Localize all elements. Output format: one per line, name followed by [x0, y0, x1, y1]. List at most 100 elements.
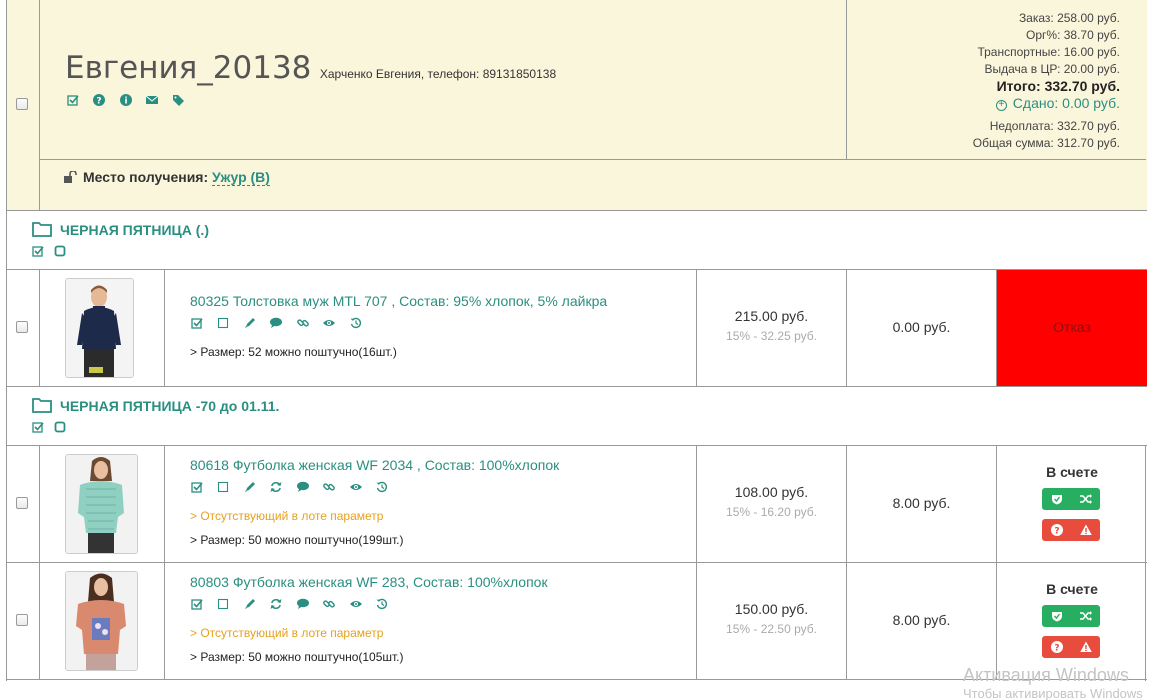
group-title[interactable]: ЧЕРНАЯ ПЯТНИЦА -70 до 01.11. [60, 398, 279, 414]
history-icon[interactable] [350, 317, 362, 329]
square-icon[interactable] [54, 421, 66, 433]
svg-text:?: ? [97, 96, 102, 106]
pickup-label: Место получения: [83, 169, 209, 185]
item-thumb-cell [39, 563, 164, 679]
product-image[interactable] [65, 454, 138, 554]
check-square-icon[interactable] [32, 421, 44, 433]
eye-icon[interactable] [349, 481, 362, 493]
item-price-cell: 215.00 руб. 15% - 32.25 руб. [696, 270, 846, 386]
summary-org: Орг%: 38.70 руб. [1026, 28, 1120, 42]
history-icon[interactable] [376, 598, 388, 610]
group-header-row: ЧЕРНАЯ ПЯТНИЦА -70 до 01.11. [7, 387, 1147, 446]
windows-activation-watermark: Активация Windows Чтобы активировать Win… [963, 664, 1157, 700]
item-price-cell: 150.00 руб. 15% - 22.50 руб. [696, 563, 846, 679]
item-extra: 0.00 руб. [892, 319, 951, 335]
item-thumb-cell [39, 270, 164, 386]
pencil-icon[interactable] [244, 598, 256, 610]
item-title-link[interactable]: 80803 Футболка женская WF 283, Состав: 1… [190, 574, 548, 590]
eye-icon[interactable] [323, 317, 336, 329]
item-price: 150.00 руб. [734, 601, 809, 617]
customer-name[interactable]: Евгения_20138 [65, 50, 311, 86]
check-square-icon[interactable] [32, 245, 44, 257]
item-extra-cell: 8.00 руб. [846, 446, 996, 562]
customer-contact: Харченко Евгения, телефон: 89131850138 [319, 67, 557, 81]
item-row: 80325 Толстовка муж MTL 707 , Состав: 95… [7, 270, 1147, 387]
item-price: 108.00 руб. [734, 484, 809, 500]
item-select-checkbox[interactable] [16, 321, 28, 333]
item-actions [191, 595, 398, 613]
refresh-icon[interactable] [270, 598, 282, 610]
svg-text:i: i [124, 96, 127, 106]
question-circle-icon[interactable]: ? [1050, 641, 1063, 654]
plus-circle-icon[interactable]: + [995, 100, 1007, 111]
check-square-icon[interactable] [191, 317, 203, 329]
random-icon[interactable] [1079, 610, 1092, 622]
svg-text:?: ? [1054, 644, 1059, 654]
warning-icon[interactable] [1079, 524, 1092, 536]
history-icon[interactable] [376, 481, 388, 493]
item-size: > Размер: 50 можно поштучно(105шт.) [190, 650, 404, 664]
group-title[interactable]: ЧЕРНАЯ ПЯТНИЦА (.) [60, 222, 209, 238]
product-image[interactable] [65, 278, 134, 378]
question-circle-icon[interactable]: ? [93, 93, 106, 106]
item-actions [191, 478, 398, 496]
product-image[interactable] [65, 571, 138, 671]
pencil-icon[interactable] [244, 481, 256, 493]
check-square-icon[interactable] [191, 598, 203, 610]
item-size: > Размер: 52 можно поштучно(16шт.) [190, 345, 397, 359]
envelope-icon[interactable] [146, 94, 159, 106]
warning-icon[interactable] [1079, 641, 1092, 653]
watermark-subtitle: Чтобы активировать Windows [963, 686, 1143, 700]
item-select-checkbox[interactable] [16, 497, 28, 509]
eye-icon[interactable] [349, 598, 362, 610]
item-warning: > Отсутствующий в лоте параметр [190, 626, 384, 640]
link-icon[interactable] [296, 317, 309, 329]
order-summary-cell: Заказ: 258.00 руб. Орг%: 38.70 руб. Тран… [846, 0, 1146, 160]
tags-icon[interactable] [172, 94, 185, 106]
order-table: Евгения_20138 Харченко Евгения, телефон:… [6, 0, 1147, 681]
summary-sdano: Сдано: 0.00 руб. [1012, 95, 1120, 111]
item-title-link[interactable]: 80325 Толстовка муж MTL 707 , Состав: 95… [190, 293, 607, 309]
summary-transport: Транспортные: 16.00 руб. [977, 45, 1120, 59]
order-header-row: Евгения_20138 Харченко Евгения, телефон:… [7, 0, 1147, 211]
order-actions: ? i [67, 91, 195, 109]
item-discount: 15% - 32.25 руб. [726, 329, 817, 343]
random-icon[interactable] [1079, 493, 1092, 505]
info-circle-icon[interactable]: i [119, 93, 132, 106]
item-status-cell: В счете ? [996, 563, 1147, 679]
comment-icon[interactable] [296, 598, 309, 610]
summary-zakaz: Заказ: 258.00 руб. [1018, 11, 1120, 25]
shield-icon[interactable] [1051, 493, 1063, 505]
square-icon[interactable] [54, 245, 66, 257]
square-icon[interactable] [217, 317, 229, 329]
order-select-checkbox[interactable] [16, 98, 28, 110]
item-title-link[interactable]: 80618 Футболка женская WF 2034 , Состав:… [190, 457, 559, 473]
question-circle-icon[interactable]: ? [1050, 524, 1063, 536]
item-warning: > Отсутствующий в лоте параметр [190, 509, 384, 523]
item-price: 215.00 руб. [734, 308, 809, 324]
check-square-icon[interactable] [191, 481, 203, 493]
status-refusal: Отказ [1053, 319, 1091, 335]
refresh-icon[interactable] [270, 481, 282, 493]
item-status-cell: В счете ? [996, 446, 1147, 562]
shield-icon[interactable] [1051, 610, 1063, 622]
item-extra: 8.00 руб. [892, 495, 951, 511]
item-info-cell: 80618 Футболка женская WF 2034 , Состав:… [164, 446, 696, 562]
item-size: > Размер: 50 можно поштучно(199шт.) [190, 533, 404, 547]
pickup-value-link[interactable]: Ужур (В) [212, 169, 270, 186]
item-extra-cell: 0.00 руб. [846, 270, 996, 386]
pickup-row: Место получения: Ужур (В) [39, 160, 1146, 210]
pencil-icon[interactable] [244, 317, 256, 329]
item-select-checkbox[interactable] [16, 614, 28, 626]
square-icon[interactable] [217, 598, 229, 610]
check-square-icon[interactable] [67, 94, 79, 106]
comment-icon[interactable] [296, 481, 309, 493]
item-row: 80618 Футболка женская WF 2034 , Состав:… [7, 446, 1147, 563]
square-icon[interactable] [217, 481, 229, 493]
folder-icon [32, 221, 52, 242]
link-icon[interactable] [323, 481, 336, 493]
status-in-invoice: В счете [1046, 581, 1098, 597]
comment-icon[interactable] [270, 317, 283, 329]
group-header-row: ЧЕРНАЯ ПЯТНИЦА (.) [7, 211, 1147, 270]
link-icon[interactable] [323, 598, 336, 610]
